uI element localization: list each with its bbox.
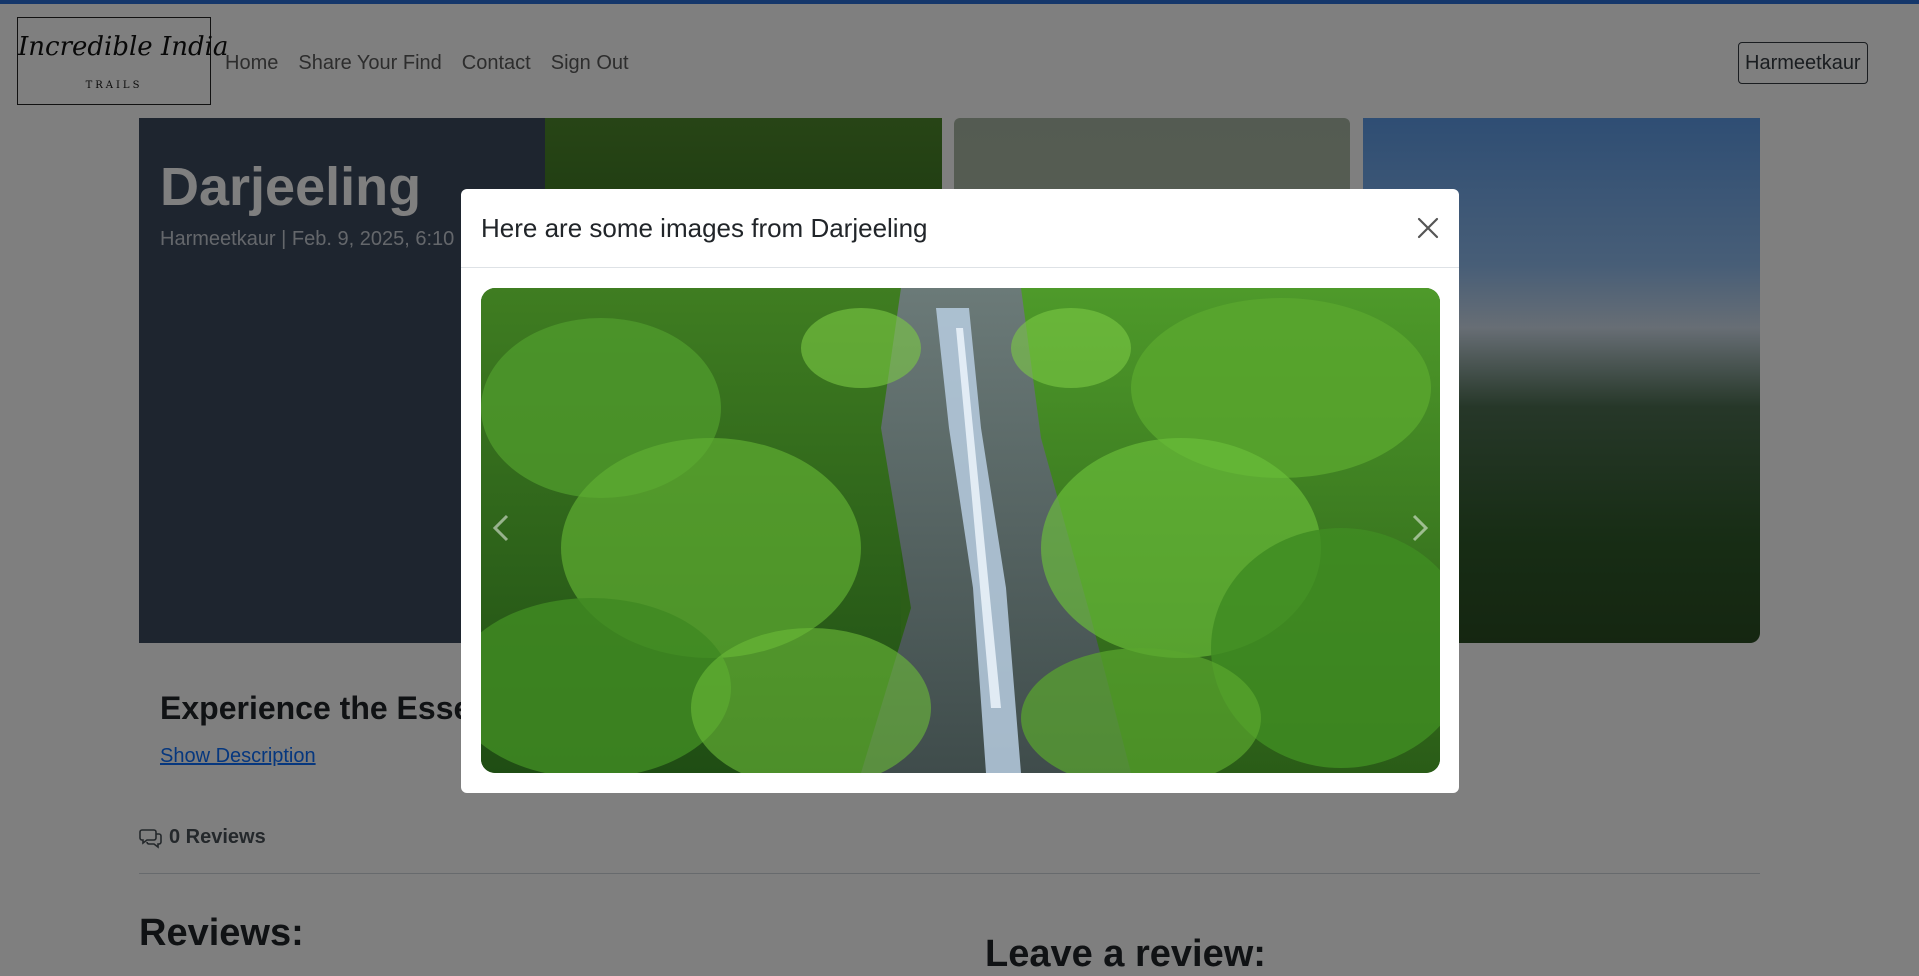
image-carousel xyxy=(481,288,1440,773)
modal-header: Here are some images from Darjeeling xyxy=(461,189,1459,268)
image-gallery-modal: Here are some images from Darjeeling xyxy=(461,189,1459,793)
chevron-left-icon[interactable] xyxy=(481,498,521,558)
modal-title: Here are some images from Darjeeling xyxy=(481,213,928,243)
carousel-image xyxy=(481,288,1440,773)
chevron-right-icon[interactable] xyxy=(1400,498,1440,558)
close-icon[interactable] xyxy=(1415,215,1441,241)
